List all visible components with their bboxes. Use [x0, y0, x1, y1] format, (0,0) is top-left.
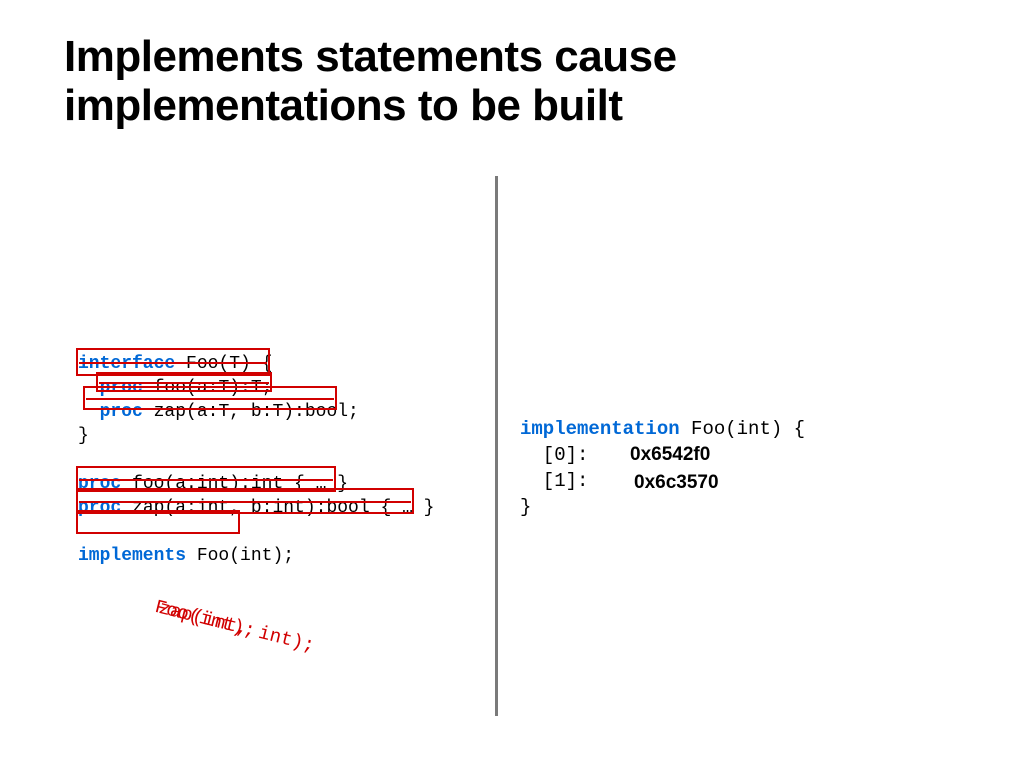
- strike-proc-zap-impl: [79, 501, 411, 503]
- annotation-line-2: zap(int, int);: [157, 597, 317, 657]
- keyword-implementation: implementation: [520, 418, 680, 440]
- strike-proc-foo-impl: [79, 479, 333, 481]
- code-text: [1]:: [520, 470, 588, 492]
- keyword-implements: implements: [78, 546, 186, 566]
- strike-proc-foo-decl: [99, 382, 269, 384]
- strike-proc-zap-decl: [86, 398, 334, 400]
- code-text: }: [78, 426, 89, 446]
- code-text: [0]:: [520, 444, 588, 466]
- vtable-address-1: 0x6c3570: [634, 472, 719, 494]
- column-divider: [495, 176, 498, 716]
- code-text: Foo(int);: [186, 546, 294, 566]
- annotation-rotated: Foo(int); zap(int, int);: [153, 596, 258, 642]
- implementation-block: implementation Foo(int) { [0]: [1]: }: [520, 416, 805, 520]
- vtable-address-0: 0x6542f0: [630, 444, 710, 466]
- code-text: }: [520, 496, 531, 518]
- strike-interface: [79, 362, 267, 364]
- highlight-box-empty: [76, 510, 240, 534]
- slide-title: Implements statements cause implementati…: [64, 32, 944, 131]
- code-text: Foo(int) {: [680, 418, 805, 440]
